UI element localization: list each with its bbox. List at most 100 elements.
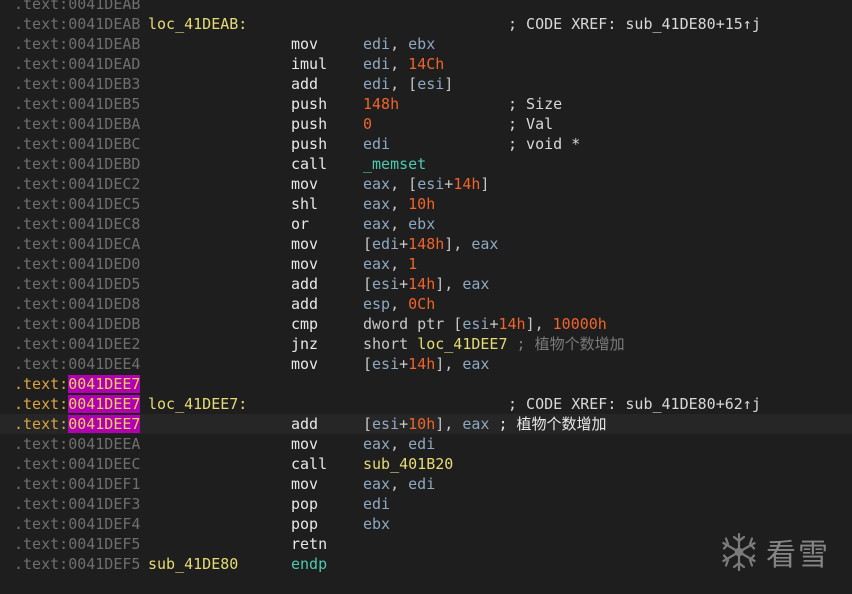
instruction-operands[interactable]: esp, 0Ch: [363, 294, 435, 314]
disassembly-line[interactable]: .text:0041DEE7 loc_41DEE7: ; CODE XREF: su…: [0, 394, 852, 414]
disassembly-line[interactable]: .text:0041DEB3 add edi, [esi]: [0, 74, 852, 94]
address-offset[interactable]: 0041DEBD: [68, 155, 140, 173]
address[interactable]: .text:0041DEF5: [14, 554, 140, 574]
instruction-mnemonic[interactable]: endp: [291, 554, 327, 574]
instruction-operands[interactable]: 148h: [363, 94, 399, 114]
disassembly-line[interactable]: .text:0041DEE2 jnz short loc_41DEE7 ; 植物个数…: [0, 334, 852, 354]
instruction-mnemonic[interactable]: add: [291, 74, 318, 94]
instruction-operands[interactable]: eax, 10h: [363, 194, 435, 214]
address[interactable]: .text:0041DEBC: [14, 134, 140, 154]
instruction-mnemonic[interactable]: retn: [291, 534, 327, 554]
instruction-mnemonic[interactable]: shl: [291, 194, 318, 214]
address-offset[interactable]: 0041DEEC: [68, 455, 140, 473]
address[interactable]: .text:0041DEE4: [14, 354, 140, 374]
address[interactable]: .text:0041DEEC: [14, 454, 140, 474]
instruction-operands[interactable]: [esi+14h], eax: [363, 274, 489, 294]
operand-token[interactable]: _memset: [363, 155, 426, 173]
instruction-mnemonic[interactable]: add: [291, 414, 318, 434]
instruction-mnemonic[interactable]: or: [291, 214, 309, 234]
disassembly-line[interactable]: .text:0041DECA mov [edi+148h], eax: [0, 234, 852, 254]
address-offset[interactable]: 0041DEAB: [68, 15, 140, 33]
code-label[interactable]: sub_41DE80: [148, 554, 238, 574]
instruction-operands[interactable]: [esi+14h], eax: [363, 354, 489, 374]
address[interactable]: .text:0041DEF3: [14, 494, 140, 514]
instruction-operands[interactable]: edi, 14Ch: [363, 54, 444, 74]
address-offset[interactable]: 0041DEE7: [68, 395, 141, 413]
address[interactable]: .text:0041DED5: [14, 274, 140, 294]
disassembly-line[interactable]: .text:0041DEBC push edi ; void *: [0, 134, 852, 154]
instruction-mnemonic[interactable]: mov: [291, 474, 318, 494]
instruction-operands[interactable]: dword ptr [esi+14h], 10000h: [363, 314, 607, 334]
address-offset[interactable]: 0041DEAD: [68, 55, 140, 73]
address-offset[interactable]: 0041DEEA: [68, 435, 140, 453]
instruction-mnemonic[interactable]: cmp: [291, 314, 318, 334]
address-offset[interactable]: 0041DEDB: [68, 315, 140, 333]
operand-token[interactable]: loc_41DEE7: [417, 335, 507, 353]
instruction-operands[interactable]: short loc_41DEE7 ; 植物个数增加: [363, 334, 625, 354]
instruction-mnemonic[interactable]: add: [291, 294, 318, 314]
disassembly-line[interactable]: .text:0041DEBD call _memset: [0, 154, 852, 174]
disassembly-line[interactable]: .text:0041DED5 add [esi+14h], eax: [0, 274, 852, 294]
code-label[interactable]: loc_41DEAB:: [148, 14, 247, 34]
instruction-operands[interactable]: eax, 1: [363, 254, 417, 274]
address-offset[interactable]: 0041DEAB: [68, 35, 140, 53]
instruction-mnemonic[interactable]: mov: [291, 254, 318, 274]
address-offset[interactable]: 0041DEF5: [68, 555, 140, 573]
instruction-mnemonic[interactable]: jnz: [291, 334, 318, 354]
instruction-mnemonic[interactable]: push: [291, 94, 327, 114]
address[interactable]: .text:0041DEE7: [14, 394, 141, 414]
disassembly-line[interactable]: .text:0041DEEC call sub_401B20: [0, 454, 852, 474]
address[interactable]: .text:0041DEC8: [14, 214, 140, 234]
address-offset[interactable]: 0041DEF1: [68, 475, 140, 493]
disassembly-line[interactable]: .text:0041DEE4 mov [esi+14h], eax: [0, 354, 852, 374]
instruction-mnemonic[interactable]: pop: [291, 514, 318, 534]
address[interactable]: .text:0041DEC2: [14, 174, 140, 194]
address[interactable]: .text:0041DEE2: [14, 334, 140, 354]
instruction-operands[interactable]: eax, ebx: [363, 214, 435, 234]
address[interactable]: .text:0041DECA: [14, 234, 140, 254]
address[interactable]: .text:0041DEBA: [14, 114, 140, 134]
address-offset[interactable]: 0041DEB5: [68, 95, 140, 113]
disassembly-line[interactable]: .text:0041DED8 add esp, 0Ch: [0, 294, 852, 314]
instruction-operands[interactable]: [edi+148h], eax: [363, 234, 498, 254]
address[interactable]: .text:0041DEF5: [14, 534, 140, 554]
disassembly-line[interactable]: .text:0041DEEA mov eax, edi: [0, 434, 852, 454]
instruction-operands[interactable]: [esi+10h], eax ; 植物个数增加: [363, 414, 607, 434]
address-offset[interactable]: 0041DED0: [68, 255, 140, 273]
address-offset[interactable]: 0041DEC2: [68, 175, 140, 193]
instruction-mnemonic[interactable]: mov: [291, 174, 318, 194]
address-offset[interactable]: 0041DEBC: [68, 135, 140, 153]
instruction-mnemonic[interactable]: pop: [291, 494, 318, 514]
instruction-mnemonic[interactable]: mov: [291, 434, 318, 454]
address[interactable]: .text:0041DEF4: [14, 514, 140, 534]
instruction-mnemonic[interactable]: push: [291, 134, 327, 154]
address[interactable]: .text:0041DEAB: [14, 14, 140, 34]
disassembly-line[interactable]: .text:0041DEC5 shl eax, 10h: [0, 194, 852, 214]
instruction-operands[interactable]: sub_401B20: [363, 454, 453, 474]
disassembly-line[interactable]: .text:0041DEAB loc_41DEAB: ; CODE XREF: su…: [0, 14, 852, 34]
address[interactable]: .text:0041DED8: [14, 294, 140, 314]
instruction-mnemonic[interactable]: mov: [291, 354, 318, 374]
address-offset[interactable]: 0041DED5: [68, 275, 140, 293]
address-offset[interactable]: 0041DEF3: [68, 495, 140, 513]
address-offset[interactable]: 0041DEC5: [68, 195, 140, 213]
address[interactable]: .text:0041DED0: [14, 254, 140, 274]
instruction-operands[interactable]: 0: [363, 114, 372, 134]
address-offset[interactable]: 0041DEE4: [68, 355, 140, 373]
disassembly-line[interactable]: .text:0041DEAD imul edi, 14Ch: [0, 54, 852, 74]
address-offset[interactable]: 0041DEC8: [68, 215, 140, 233]
instruction-mnemonic[interactable]: add: [291, 274, 318, 294]
address[interactable]: .text:0041DEDB: [14, 314, 140, 334]
address[interactable]: .text:0041DEEA: [14, 434, 140, 454]
disassembly-line[interactable]: .text:0041DEAB mov edi, ebx: [0, 34, 852, 54]
disassembly-line[interactable]: .text:0041DEAB: [0, 0, 852, 14]
address-offset[interactable]: 0041DEE2: [68, 335, 140, 353]
instruction-mnemonic[interactable]: mov: [291, 234, 318, 254]
instruction-mnemonic[interactable]: call: [291, 154, 327, 174]
disassembly-line[interactable]: .text:0041DEC2 mov eax, [esi+14h]: [0, 174, 852, 194]
address[interactable]: .text:0041DEE7: [14, 414, 141, 434]
disassembly-listing[interactable]: .text:0041DEAB .text:0041DEAB loc_41DEAB:;…: [0, 0, 852, 574]
address[interactable]: .text:0041DEAD: [14, 54, 140, 74]
instruction-mnemonic[interactable]: mov: [291, 34, 318, 54]
address-offset[interactable]: 0041DEE7: [68, 375, 141, 393]
